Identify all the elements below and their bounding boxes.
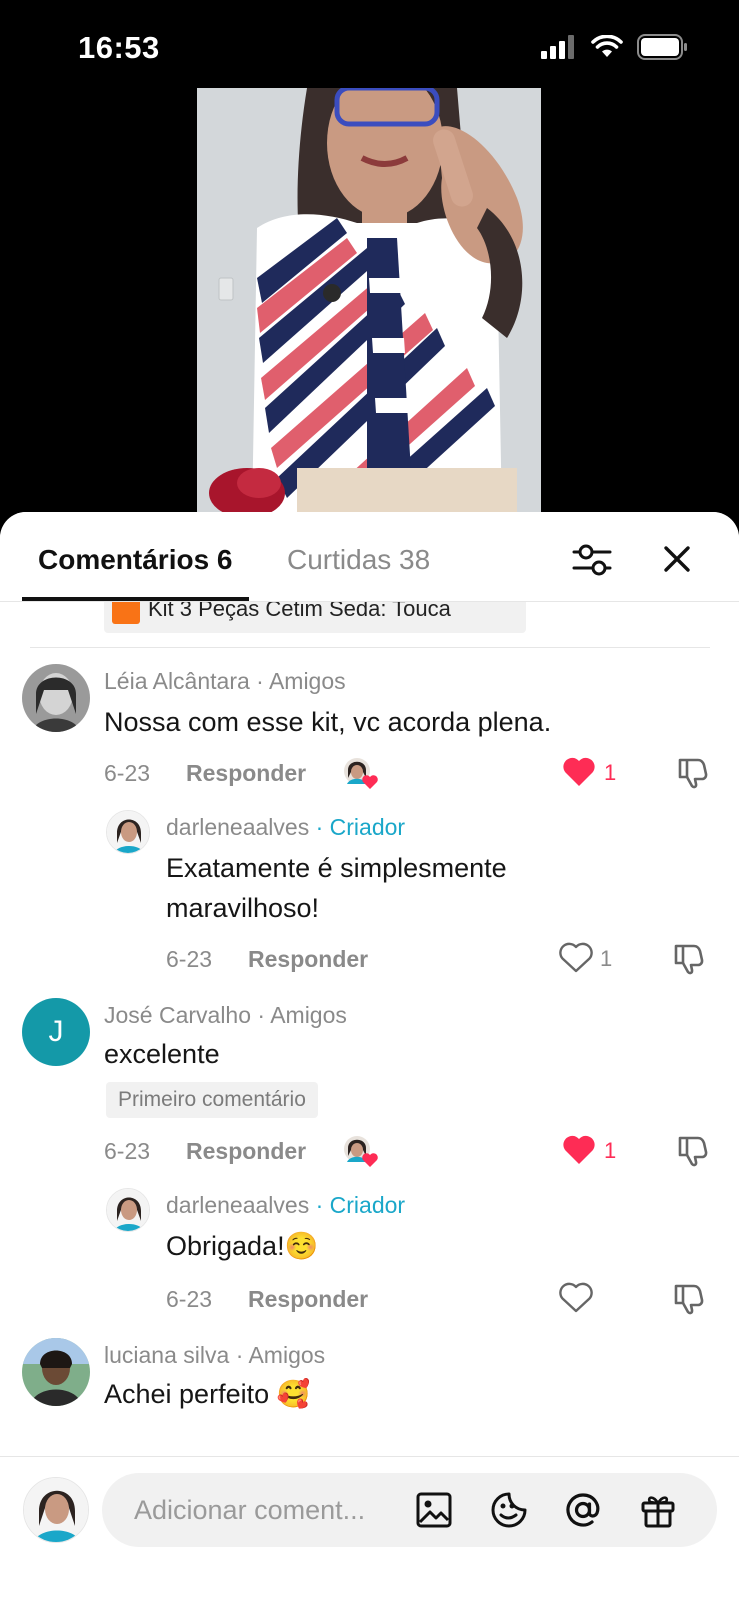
separator: [30, 647, 710, 648]
comment-relation: · Amigos: [256, 668, 346, 694]
comment-author-line: Léia Alcântara · Amigos: [104, 668, 346, 695]
avatar[interactable]: [22, 1338, 90, 1406]
reply-button[interactable]: Responder: [248, 1286, 368, 1313]
like-count: 1: [600, 946, 613, 971]
dislike-thumb-icon[interactable]: [676, 756, 710, 790]
comment-author[interactable]: Léia Alcântara: [104, 668, 250, 694]
comments-sheet: Comentários 6 Curtidas 38 Kit 3 Peças Ce…: [0, 512, 739, 1600]
comment-author[interactable]: José Carvalho: [104, 1002, 251, 1028]
sticker-smiley-icon[interactable]: [490, 1491, 528, 1529]
video-thumbnail-image: [197, 88, 541, 518]
comment-author-line: luciana silva · Amigos: [104, 1342, 325, 1369]
reply-date: 6-23: [166, 1286, 213, 1312]
current-user-avatar[interactable]: [23, 1477, 89, 1543]
like-heart-icon[interactable]: [562, 756, 596, 788]
comment-author[interactable]: luciana silva: [104, 1342, 229, 1368]
dislike-thumb-icon[interactable]: [672, 942, 706, 976]
reply-author-line: darleneaalves · Criador: [166, 1192, 405, 1219]
creator-label: · Criador: [315, 1192, 406, 1218]
wifi-icon: [591, 35, 623, 57]
reply-text: Obrigada!☺️: [166, 1231, 319, 1261]
like-heart-icon[interactable]: [562, 1134, 596, 1166]
avatar[interactable]: [22, 664, 90, 732]
status-bar: 16:53: [0, 0, 739, 90]
first-comment-badge: Primeiro comentário: [106, 1082, 318, 1118]
active-tab-indicator: [22, 597, 249, 601]
comments-tab-bar: Comentários 6 Curtidas 38: [0, 512, 739, 602]
gift-icon[interactable]: [639, 1491, 677, 1529]
comment-input[interactable]: Adicionar coment...: [102, 1473, 717, 1547]
reply-author-line: darleneaalves · Criador: [166, 814, 405, 841]
reply-button[interactable]: Responder: [248, 946, 368, 973]
image-icon[interactable]: [415, 1491, 453, 1529]
reply-avatar[interactable]: [106, 810, 150, 854]
reply-text: Exatamente é simplesmente maravilhoso!: [166, 853, 507, 923]
creator-label: · Criador: [315, 814, 406, 840]
creator-liked-icon: [344, 1136, 378, 1167]
reply-author[interactable]: darleneaalves: [166, 1192, 309, 1218]
reply-button[interactable]: Responder: [186, 1138, 306, 1165]
video-frame[interactable]: [197, 88, 541, 518]
dislike-thumb-icon[interactable]: [676, 1134, 710, 1168]
like-count: 1: [604, 760, 617, 785]
comment-relation: · Amigos: [257, 1002, 347, 1028]
battery-icon: [637, 34, 687, 60]
cellular-signal-icon: [541, 35, 574, 59]
filter-sliders-icon[interactable]: [572, 542, 612, 578]
status-time: 16:53: [78, 30, 160, 65]
close-icon[interactable]: [658, 540, 696, 578]
creator-liked-icon: [344, 758, 378, 789]
tab-comments[interactable]: Comentários 6: [38, 544, 233, 576]
reply-button[interactable]: Responder: [186, 760, 306, 787]
like-count: 1: [604, 1138, 617, 1163]
comment-text: Nossa com esse kit, vc acorda plena.: [104, 707, 552, 737]
comment-relation: · Amigos: [235, 1342, 326, 1368]
dislike-thumb-icon[interactable]: [672, 1282, 706, 1316]
comment-date: 6-23: [104, 1138, 151, 1164]
comment-composer: Adicionar coment...: [0, 1456, 739, 1600]
comment-author-line: José Carvalho · Amigos: [104, 1002, 347, 1029]
status-icons: [541, 34, 689, 60]
like-heart-outline-icon[interactable]: [559, 1282, 593, 1314]
comment-text: Achei perfeito 🥰: [104, 1379, 311, 1409]
comment-input-placeholder: Adicionar coment...: [134, 1495, 366, 1525]
comment-date: 6-23: [104, 760, 151, 786]
reply-author[interactable]: darleneaalves: [166, 814, 309, 840]
avatar-initial[interactable]: J: [22, 998, 90, 1066]
tab-likes[interactable]: Curtidas 38: [287, 544, 430, 576]
like-heart-outline-icon[interactable]: [559, 942, 593, 974]
reply-date: 6-23: [166, 946, 213, 972]
video-player[interactable]: [0, 88, 739, 528]
comment-text: excelente: [104, 1039, 220, 1069]
mention-at-icon[interactable]: [564, 1491, 602, 1529]
reply-avatar[interactable]: [106, 1188, 150, 1232]
